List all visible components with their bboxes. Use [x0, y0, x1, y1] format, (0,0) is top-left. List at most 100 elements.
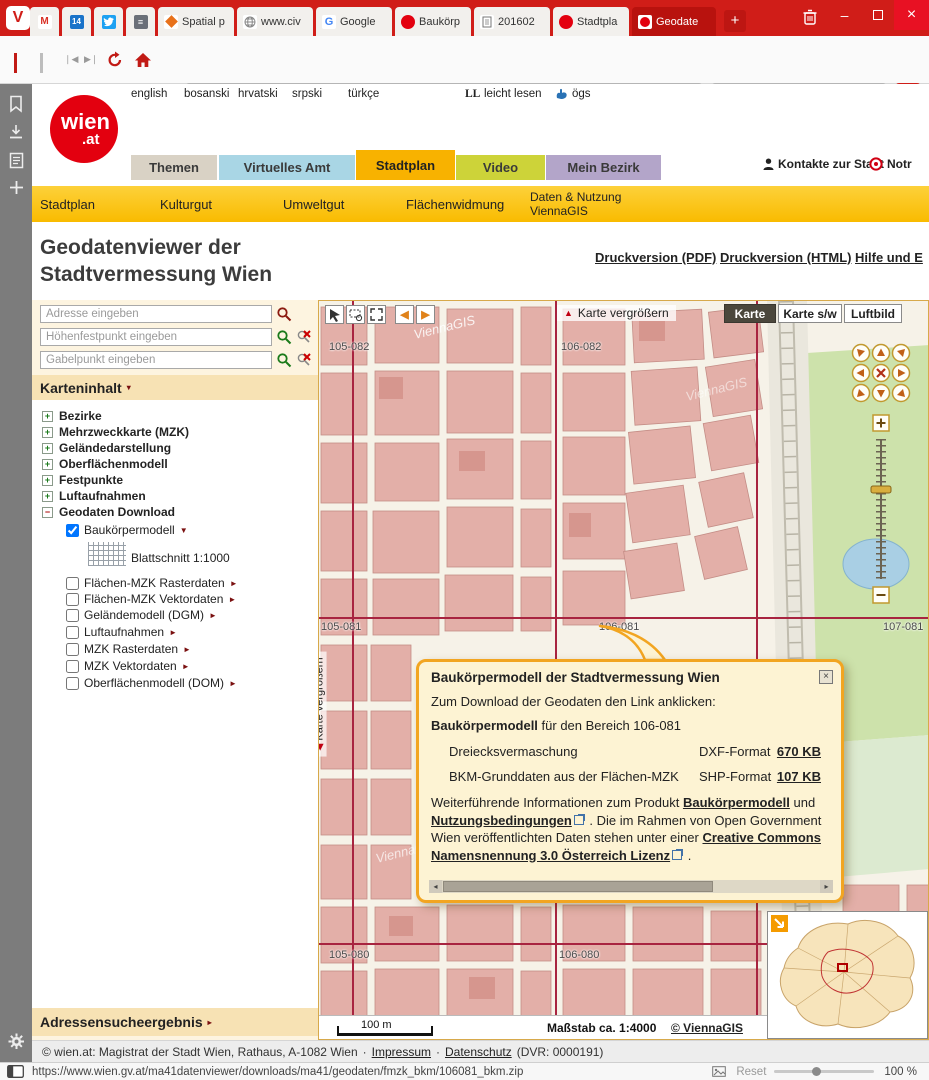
tree-expand-icon[interactable]: + [42, 443, 53, 454]
menu-umweltgut[interactable]: Umweltgut [283, 197, 344, 212]
tab-document[interactable]: 201602 [474, 7, 550, 36]
panel-download-icon[interactable] [8, 124, 24, 141]
tab-stadtplan[interactable]: Stadtplan [356, 150, 455, 180]
tab-virtuelles-amt[interactable]: Virtuelles Amt [219, 155, 355, 180]
minimize-button[interactable]: – [828, 0, 861, 30]
close-button[interactable]: × [894, 0, 929, 30]
tab-video[interactable]: Video [456, 155, 545, 180]
hoehenfestpunkt-input[interactable] [40, 328, 272, 346]
tab-spatial[interactable]: Spatial p [158, 7, 234, 36]
reload-icon[interactable] [106, 51, 124, 74]
hilfe-link[interactable]: Hilfe und E [855, 250, 923, 265]
menu-kulturgut[interactable]: Kulturgut [160, 197, 212, 212]
settings-gear-icon[interactable] [8, 1033, 25, 1050]
map-navigation-controls[interactable] [849, 341, 913, 651]
new-tab-button[interactable]: + [724, 10, 746, 32]
panel-add-icon[interactable] [9, 180, 24, 195]
chevron-right-icon[interactable]: ► [183, 645, 191, 654]
layer-mzk-vektor[interactable]: MZK Vektordaten► [66, 659, 190, 673]
image-icon[interactable] [712, 1066, 726, 1077]
layer-checkbox[interactable] [66, 577, 79, 590]
gabelpunkt-input[interactable] [40, 351, 272, 369]
map-viewport[interactable]: ViennaGIS ViennaGIS ViennaGIS 105-082 10… [318, 300, 929, 1040]
tree-collapse-icon[interactable]: − [42, 507, 53, 518]
search-icon[interactable] [276, 329, 292, 345]
zoom-slider-track[interactable] [774, 1070, 874, 1073]
back-icon[interactable] [14, 53, 17, 71]
panel-bookmark-icon[interactable] [8, 95, 24, 113]
search-icon[interactable] [276, 306, 292, 322]
close-icon[interactable]: × [819, 670, 833, 684]
view-luftbild-button[interactable]: Luftbild [844, 304, 902, 323]
chevron-down-icon[interactable]: ▼ [180, 526, 188, 535]
rewind-icon[interactable]: ❘◀ [64, 54, 78, 65]
tree-item-geodaten-download[interactable]: −Geodaten Download [42, 505, 175, 519]
layer-checkbox[interactable] [66, 609, 79, 622]
overview-map[interactable] [767, 911, 928, 1039]
layer-flaechen-mzk-raster[interactable]: Flächen-MZK Rasterdaten► [66, 576, 238, 590]
chevron-right-icon[interactable]: ► [229, 679, 237, 688]
forward-icon[interactable] [40, 53, 43, 71]
tab-calendar[interactable]: 14 [62, 7, 91, 36]
wien-at-logo[interactable]: wien .at [50, 95, 118, 163]
chevron-right-icon[interactable]: ► [230, 579, 238, 588]
tab-www-civ[interactable]: www.civ [237, 7, 313, 36]
leicht-lesen-link[interactable]: leicht lesen [484, 88, 542, 100]
home-icon[interactable] [134, 52, 152, 73]
full-extent-icon[interactable] [367, 305, 386, 324]
panel-notes-icon[interactable] [9, 152, 24, 169]
tree-item-oberflaechenmodell[interactable]: +Oberflächenmodell [42, 457, 168, 471]
lang-hrvatski[interactable]: hrvatski [238, 88, 278, 100]
overview-toggle-icon[interactable] [771, 915, 788, 932]
tree-item-festpunkte[interactable]: +Festpunkte [42, 473, 123, 487]
zoom-slider[interactable] [871, 415, 891, 603]
tree-expand-icon[interactable]: + [42, 411, 53, 422]
kontakte-zur-stadt-link[interactable]: Kontakte zur Stadt [763, 157, 884, 171]
impressum-link[interactable]: Impressum [372, 1045, 431, 1059]
chevron-right-icon[interactable]: ► [228, 595, 236, 604]
tab-themen[interactable]: Themen [131, 155, 217, 180]
zoom-slider-handle[interactable] [812, 1067, 821, 1076]
layer-checkbox[interactable] [66, 660, 79, 673]
layer-oberflaechenmodell-dom[interactable]: Oberflächenmodell (DOM)► [66, 676, 237, 690]
tree-expand-icon[interactable]: + [42, 427, 53, 438]
menu-daten-nutzung[interactable]: Daten & NutzungViennaGIS [530, 190, 621, 218]
tab-baukoerper[interactable]: Baukörp [395, 7, 471, 36]
layer-mzk-raster[interactable]: MZK Rasterdaten► [66, 642, 191, 656]
tree-item-mzk[interactable]: +Mehrzweckkarte (MZK) [42, 425, 189, 439]
menu-flaechenwidmung[interactable]: Flächenwidmung [406, 197, 504, 212]
tree-expand-icon[interactable]: + [42, 459, 53, 470]
fastforward-icon[interactable]: ▶❘ [84, 54, 98, 65]
adresse-input[interactable] [40, 305, 272, 323]
druckversion-pdf-link[interactable]: Druckversion (PDF) [595, 250, 716, 265]
karteninhalt-header[interactable]: Karteninhalt▾ [32, 375, 318, 400]
datenschutz-link[interactable]: Datenschutz [445, 1045, 512, 1059]
notruf-link[interactable]: Notr [869, 157, 912, 171]
tab-site-list[interactable]: ≡ [126, 7, 155, 36]
scroll-right-icon[interactable]: ▸ [820, 880, 833, 893]
layer-flaechen-mzk-vektor[interactable]: Flächen-MZK Vektordaten► [66, 592, 236, 606]
trash-icon[interactable] [802, 8, 818, 31]
tab-google[interactable]: GGoogle [316, 7, 392, 36]
clear-search-icon[interactable] [296, 329, 312, 345]
view-karte-button[interactable]: Karte [724, 304, 776, 323]
zoom-box-icon[interactable] [346, 305, 365, 324]
lang-english[interactable]: english [131, 88, 167, 100]
tree-expand-icon[interactable]: + [42, 475, 53, 486]
tree-item-bezirke[interactable]: +Bezirke [42, 409, 102, 423]
chevron-right-icon[interactable]: ► [182, 662, 190, 671]
zoom-reset-button[interactable]: Reset [736, 1066, 766, 1078]
lang-tuerkce[interactable]: türkçe [348, 88, 379, 100]
scroll-left-icon[interactable]: ◂ [429, 880, 442, 893]
clear-search-icon[interactable] [296, 352, 312, 368]
chevron-right-icon[interactable]: ► [169, 628, 177, 637]
pan-tool-icon[interactable] [325, 305, 344, 324]
layer-baukoerpermodell[interactable]: Baukörpermodell▼ [66, 523, 188, 537]
compass-pad[interactable] [853, 345, 910, 402]
druckversion-html-link[interactable]: Druckversion (HTML) [720, 250, 851, 265]
baukoerpermodell-link[interactable]: Baukörpermodell [683, 795, 790, 810]
layer-gelaendemodell[interactable]: Geländemodell (DGM)► [66, 608, 217, 622]
search-icon[interactable] [276, 352, 292, 368]
lang-srpski[interactable]: srpski [292, 88, 322, 100]
oegs-link[interactable]: ögs [572, 88, 591, 100]
